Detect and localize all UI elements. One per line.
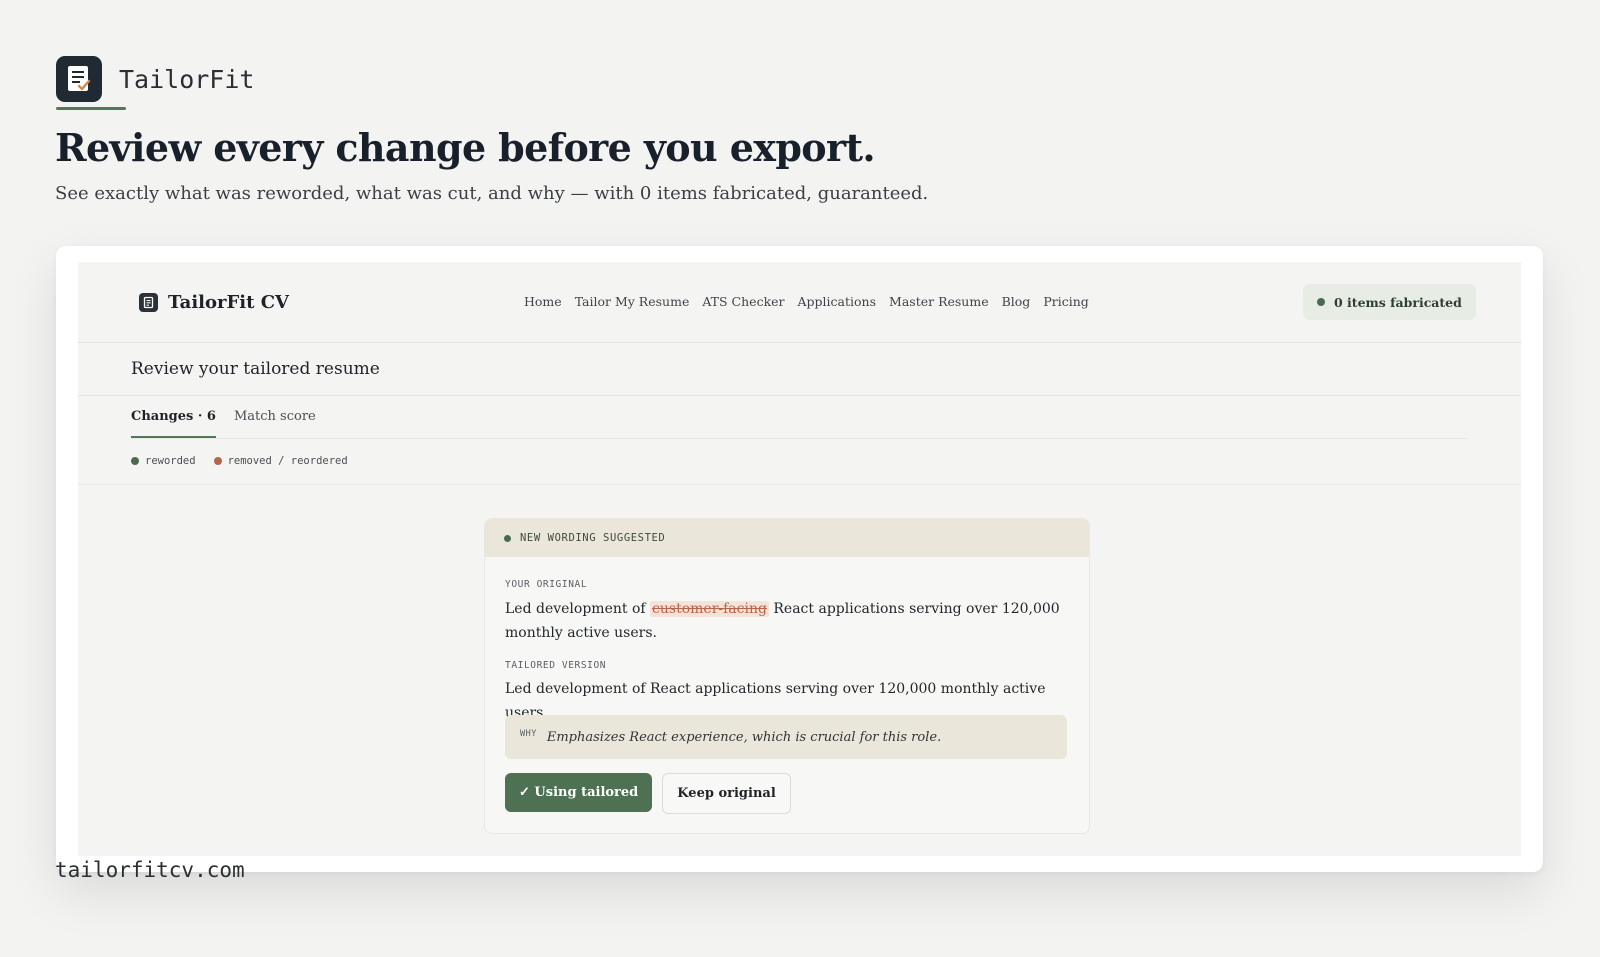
nav-blog[interactable]: Blog [1002,294,1031,309]
brand-name: TailorFit [119,64,255,94]
change-actions: ✓ Using tailored Keep original [505,773,791,814]
main-nav: Home Tailor My Resume ATS Checker Applic… [524,294,1089,309]
document-check-icon [56,56,126,110]
status-dot-icon [504,534,511,542]
change-card: NEW WORDING SUGGESTED YOUR ORIGINAL Led … [484,518,1090,834]
original-label: YOUR ORIGINAL [505,579,588,590]
keep-original-button[interactable]: Keep original [662,773,791,814]
divider [78,395,1521,396]
page-subheadline: See exactly what was reworded, what was … [55,183,929,204]
change-legend: reworded removed / reordered [131,455,348,467]
legend-item-removed: removed / reordered [213,455,348,467]
why-text: Emphasizes React experience, which is cr… [546,729,942,745]
tailored-label: TAILORED VERSION [505,660,607,671]
nav-tailor-my-resume[interactable]: Tailor My Resume [575,294,690,309]
review-page-title: Review your tailored resume [131,359,380,379]
original-text-before: Led development of [505,601,651,617]
app-logo[interactable]: TailorFit CV [139,292,289,313]
legend-item-reworded: reworded [131,455,196,467]
why-label: WHY [520,729,537,739]
fabricated-status-text: 0 items fabricated [1334,294,1462,310]
legend-label: reworded [145,455,196,467]
divider [131,438,1468,439]
nav-ats-checker[interactable]: ATS Checker [702,294,784,309]
page-headline: Review every change before you export. [55,125,876,170]
app-navbar: TailorFit CV Home Tailor My Resume ATS C… [78,262,1521,343]
nav-home[interactable]: Home [524,294,562,309]
legend-label: removed / reordered [227,455,348,467]
divider [78,484,1521,485]
change-card-type: NEW WORDING SUGGESTED [520,532,666,544]
brand: TailorFit [56,56,255,110]
nav-master-resume[interactable]: Master Resume [889,294,989,309]
nav-pricing[interactable]: Pricing [1043,294,1088,309]
app-window: TailorFit CV Home Tailor My Resume ATS C… [78,262,1521,856]
original-text: Led development of customer-facing React… [505,597,1065,645]
tab-match-score[interactable]: Match score [234,409,316,438]
green-dot-icon [131,457,139,465]
orange-dot-icon [213,457,222,465]
use-tailored-button[interactable]: ✓ Using tailored [505,773,653,812]
nav-applications[interactable]: Applications [798,294,877,309]
status-dot-icon [1317,298,1325,306]
app-logo-text: TailorFit CV [168,292,289,313]
app-screenshot-frame: TailorFit CV Home Tailor My Resume ATS C… [56,246,1543,872]
tab-changes[interactable]: Changes · 6 [131,409,216,438]
change-card-header: NEW WORDING SUGGESTED [485,519,1089,557]
why-explanation: WHY Emphasizes React experience, which i… [505,715,1067,759]
review-tabs: Changes · 6 Match score [131,409,316,438]
footer-url: tailorfitcv.com [55,858,245,882]
removed-phrase: customer-facing [650,601,769,617]
document-icon [139,293,158,312]
fabricated-status-badge: 0 items fabricated [1303,284,1476,320]
